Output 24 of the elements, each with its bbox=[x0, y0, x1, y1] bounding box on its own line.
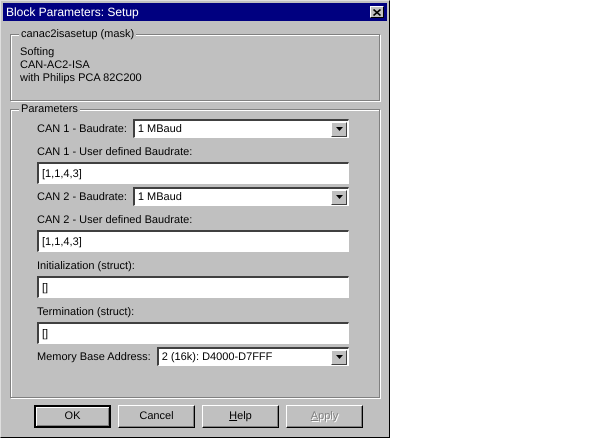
description-text: CAN-AC2-ISA bbox=[20, 59, 91, 72]
dropdown[interactable]: 1 MBaud bbox=[132, 119, 349, 138]
dialog-button[interactable]: Help bbox=[202, 405, 279, 428]
input-field[interactable]: [1,1,4,3] bbox=[37, 162, 349, 184]
field-label: Memory Base Address: bbox=[37, 350, 151, 364]
window-title: Block Parameters: Setup bbox=[6, 4, 139, 21]
field-label: CAN 2 - User defined Baudrate: bbox=[37, 213, 194, 227]
input-field[interactable]: [1,1,4,3] bbox=[37, 230, 349, 252]
input-field[interactable]: [] bbox=[37, 276, 349, 298]
dialog-button[interactable]: Cancel bbox=[118, 405, 195, 428]
field-label: CAN 1 - Baudrate: bbox=[37, 122, 127, 136]
dropdown[interactable]: 1 MBaud bbox=[132, 187, 349, 206]
dialog-button[interactable]: OK bbox=[34, 405, 111, 428]
close-icon bbox=[373, 8, 381, 16]
group-title: canac2isasetup (mask) bbox=[19, 27, 136, 41]
close-button[interactable] bbox=[370, 6, 384, 18]
field-label: CAN 2 - Baudrate: bbox=[37, 190, 127, 204]
input-field[interactable]: [] bbox=[37, 322, 349, 344]
dropdown[interactable]: 2 (16k): D4000-D7FFF bbox=[156, 347, 349, 366]
field-label: CAN 1 - User defined Baudrate: bbox=[37, 145, 194, 159]
field-label: Termination (struct): bbox=[37, 305, 136, 319]
description-text: with Philips PCA 82C200 bbox=[20, 72, 143, 85]
field-label: Initialization (struct): bbox=[37, 259, 136, 273]
description-text: Softing bbox=[20, 46, 56, 59]
